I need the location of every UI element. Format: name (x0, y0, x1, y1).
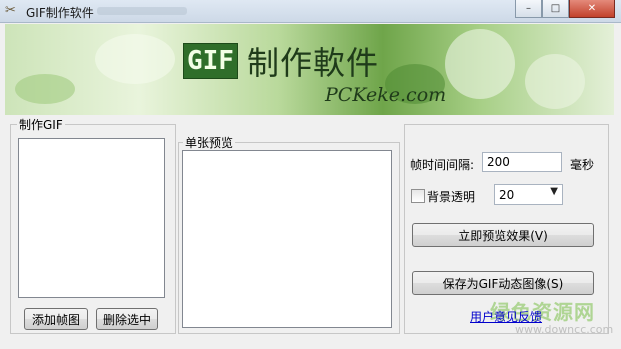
banner-image: GIF 制作軟件 PCKeke.com (5, 24, 614, 115)
frames-listbox[interactable] (18, 138, 165, 298)
save-gif-button[interactable]: 保存为GIF动态图像(S) (412, 271, 594, 295)
single-preview-group-label: 单张预览 (183, 134, 236, 151)
window-title: GIF制作软件 (26, 6, 94, 20)
transparency-level-value: 20 (499, 188, 515, 202)
title-bar[interactable]: ✂ GIF制作软件 – □ ✕ (0, 0, 621, 23)
banner-logo: GIF 制作軟件 (183, 38, 379, 84)
transparency-level-select[interactable]: 20 ▼ (494, 184, 563, 205)
decorative-flower (525, 54, 585, 109)
decorative-leaf (95, 34, 175, 84)
app-icon[interactable]: ✂ (5, 3, 21, 19)
dropdown-arrow-icon[interactable]: ▼ (550, 186, 558, 197)
transparent-background-checkbox[interactable] (411, 189, 425, 203)
milliseconds-unit-label: 毫秒 (570, 158, 595, 172)
window-controls: – □ ✕ (515, 0, 615, 19)
add-frame-button[interactable]: 添加帧图 (24, 308, 88, 330)
banner-site-text: PCKeke.com (325, 84, 447, 106)
watermark-url: www.downcc.com (515, 323, 614, 336)
delete-selected-button[interactable]: 删除选中 (96, 308, 158, 330)
logo-title-text: 制作軟件 (246, 44, 379, 82)
close-button[interactable]: ✕ (569, 0, 615, 18)
maximize-button[interactable]: □ (542, 0, 569, 18)
frame-interval-label: 帧时间间隔: (410, 158, 475, 172)
blurred-title-text (97, 7, 187, 15)
preview-image-box (182, 150, 392, 328)
make-gif-group-label: 制作GIF (17, 116, 65, 133)
decorative-leaf (15, 74, 75, 104)
minimize-button[interactable]: – (515, 0, 542, 18)
preview-effect-button[interactable]: 立即预览效果(V) (412, 223, 594, 247)
decorative-flower (445, 29, 515, 99)
frame-interval-input[interactable] (482, 152, 562, 172)
transparent-background-label[interactable]: 背景透明 (427, 188, 475, 205)
logo-gif-text: GIF (183, 43, 238, 79)
